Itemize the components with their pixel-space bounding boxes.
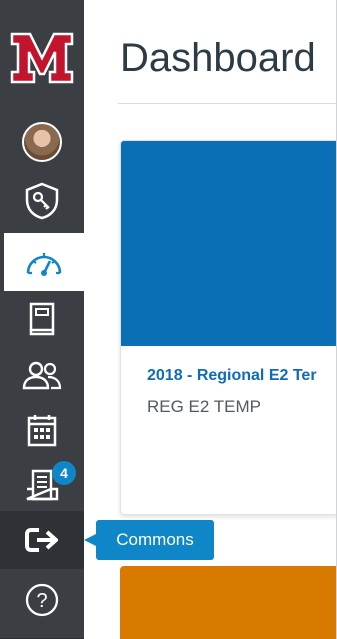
page-title: Dashboard — [120, 36, 316, 80]
nav-account[interactable] — [0, 113, 84, 171]
header-divider — [118, 103, 337, 104]
commons-arrow-icon — [25, 528, 58, 552]
nav-inbox[interactable]: 4 — [0, 456, 84, 514]
shield-key-icon — [25, 182, 59, 220]
nav-groups[interactable] — [0, 346, 84, 404]
inbox-unread-badge: 4 — [52, 461, 76, 485]
svg-text:?: ? — [36, 590, 47, 612]
nav-help[interactable]: ? — [0, 571, 84, 629]
book-icon — [29, 302, 55, 336]
course-card-2[interactable] — [120, 566, 337, 639]
speedometer-icon — [26, 253, 62, 276]
app-window: 4 ? Commons Dashboard 2018 - Regional E2… — [0, 0, 337, 639]
course-card[interactable]: 2018 - Regional E2 Ter REG E2 TEMP — [120, 140, 337, 515]
global-nav-sidebar: 4 ? — [0, 0, 84, 639]
course-card-title[interactable]: 2018 - Regional E2 Ter — [147, 367, 317, 385]
nav-calendar[interactable] — [0, 401, 84, 459]
university-logo[interactable] — [10, 30, 74, 86]
nav-commons[interactable] — [0, 511, 84, 569]
people-icon — [22, 361, 62, 390]
course-card-hero[interactable] — [121, 141, 337, 346]
help-icon: ? — [25, 583, 59, 617]
nav-admin[interactable] — [0, 172, 84, 230]
course-card-subtitle: REG E2 TEMP — [147, 397, 261, 416]
calendar-icon — [27, 415, 57, 447]
commons-tooltip: Commons — [84, 520, 214, 560]
nav-courses[interactable] — [0, 290, 84, 348]
avatar[interactable] — [22, 122, 62, 162]
nav-dashboard[interactable] — [4, 233, 84, 291]
